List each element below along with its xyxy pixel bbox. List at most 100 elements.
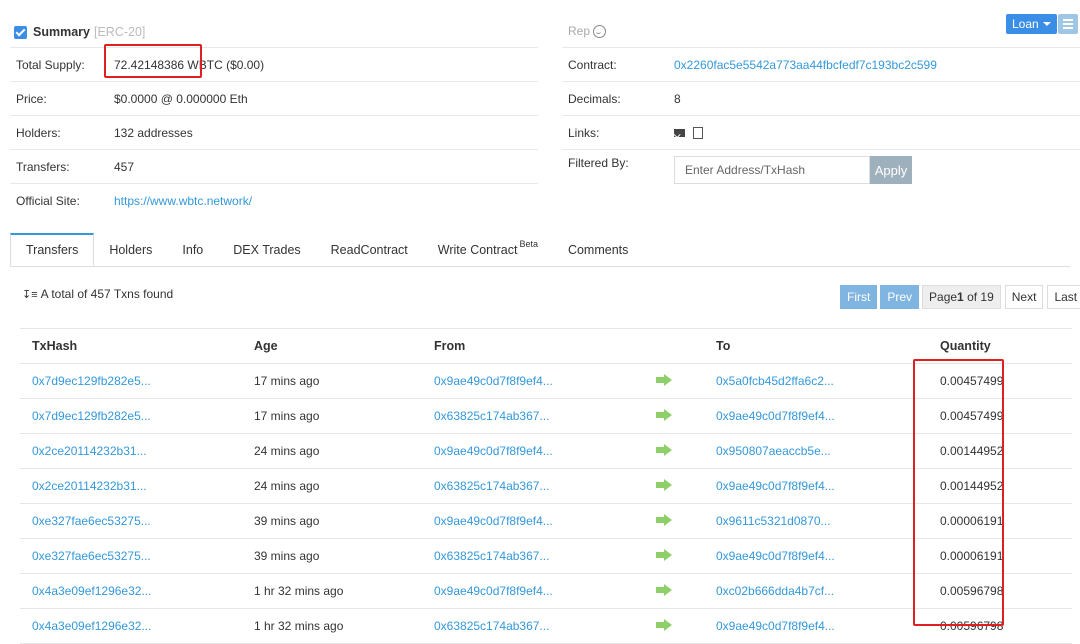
arrow-right-icon <box>656 548 672 561</box>
txhash-link[interactable]: 0x2ce20114232b31... <box>32 444 147 458</box>
tab-read-contract[interactable]: ReadContract <box>316 233 423 266</box>
pagination: First Prev Page 1 of 19 Next Last <box>840 285 1080 309</box>
summary-row-transfers: Transfers: 457 <box>10 149 538 183</box>
price-label: Price: <box>16 91 47 106</box>
to-address-link[interactable]: 0x9611c5321d0870... <box>716 514 831 528</box>
age-value: 24 mins ago <box>254 444 320 458</box>
arrow-right-icon <box>656 373 672 386</box>
txhash-link[interactable]: 0xe327fae6ec53275... <box>32 514 151 528</box>
from-address-link[interactable]: 0x63825c174ab367... <box>434 479 549 493</box>
tab-dex-trades[interactable]: DEX Trades <box>218 233 315 266</box>
txhash-link[interactable]: 0x7d9ec129fb282e5... <box>32 409 151 423</box>
age-value: 24 mins ago <box>254 479 320 493</box>
txn-count: ↧≡ A total of 457 Txns found <box>22 287 173 301</box>
document-icon[interactable] <box>693 126 703 139</box>
tab-transfers[interactable]: Transfers <box>10 233 95 266</box>
age-value: 17 mins ago <box>254 409 320 423</box>
tab-comments[interactable]: Comments <box>553 233 643 266</box>
to-address-link[interactable]: 0xc02b666dda4b7cf... <box>716 584 834 598</box>
price-value: $0.0000 @ 0.000000 Eth <box>114 91 248 106</box>
contract-address-link[interactable]: 0x2260fac5e5542a773aa44fbcfedf7c193bc2c5… <box>674 58 937 72</box>
transfers-label: Transfers: <box>16 159 70 174</box>
arrow-right-icon <box>656 583 672 596</box>
to-address-link[interactable]: 0x9ae49c0d7f8f9ef4... <box>716 549 835 563</box>
to-address-link[interactable]: 0x9ae49c0d7f8f9ef4... <box>716 409 835 423</box>
apply-button[interactable]: Apply <box>870 156 912 184</box>
summary-row-official-site: Official Site: https://www.wbtc.network/ <box>10 183 538 217</box>
txhash-link[interactable]: 0x7d9ec129fb282e5... <box>32 374 151 388</box>
filter-row: Filtered By: Enter Address/TxHash Apply <box>562 149 1080 191</box>
caret-down-icon <box>1042 22 1051 26</box>
transfers-value: 457 <box>114 159 135 174</box>
first-page-button[interactable]: First <box>840 285 878 309</box>
tab-bar: Transfers Holders Info DEX Trades ReadCo… <box>10 233 1070 267</box>
prev-page-button[interactable]: Prev <box>880 285 920 309</box>
col-to: To <box>715 328 939 364</box>
next-page-button[interactable]: Next <box>1004 285 1044 309</box>
loan-label: Loan <box>1012 17 1039 31</box>
from-address-link[interactable]: 0x9ae49c0d7f8f9ef4... <box>434 374 553 388</box>
tab-write-contract-label: Write Contract <box>437 242 518 257</box>
txhash-link[interactable]: 0x4a3e09ef1296e32... <box>32 584 151 598</box>
from-address-link[interactable]: 0x63825c174ab367... <box>434 409 549 423</box>
page-indicator: Page 1 of 19 <box>922 285 1001 309</box>
tab-write-contract[interactable]: Write Contract Beta <box>423 233 553 266</box>
col-from: From <box>433 328 655 364</box>
highlight-total-supply <box>104 44 202 78</box>
from-address-link[interactable]: 0x9ae49c0d7f8f9ef4... <box>434 444 553 458</box>
to-address-link[interactable]: 0x9ae49c0d7f8f9ef4... <box>716 479 835 493</box>
from-address-link[interactable]: 0x9ae49c0d7f8f9ef4... <box>434 584 553 598</box>
checkbox-icon <box>14 25 27 39</box>
summary-header: Summary [ERC-20] <box>14 22 145 42</box>
token-standard: [ERC-20] <box>93 25 146 39</box>
sort-icon: ↧≡ <box>22 288 38 301</box>
menu-icon <box>1063 19 1073 21</box>
age-value: 1 hr 32 mins ago <box>254 584 344 598</box>
summary-table: Total Supply: 72.42148386 WBTC ($0.00) P… <box>10 47 538 217</box>
to-address-link[interactable]: 0x5a0fcb45d2ffa6c2... <box>716 374 834 388</box>
total-supply-label: Total Supply: <box>16 57 85 72</box>
age-value: 1 hr 32 mins ago <box>254 619 344 633</box>
summary-row-holders: Holders: 132 addresses <box>10 115 538 149</box>
decimals-row: Decimals: 8 <box>562 81 1080 115</box>
from-address-link[interactable]: 0x63825c174ab367... <box>434 619 549 633</box>
filtered-by-label: Filtered By: <box>568 156 629 170</box>
loan-button[interactable]: Loan <box>1006 14 1057 34</box>
last-page-button[interactable]: Last <box>1047 285 1080 309</box>
page-suffix: of 19 <box>963 290 994 304</box>
smiley-icon <box>593 24 607 38</box>
from-address-link[interactable]: 0x63825c174ab367... <box>434 549 549 563</box>
age-value: 39 mins ago <box>254 514 320 528</box>
official-site-link[interactable]: https://www.wbtc.network/ <box>114 194 252 208</box>
txhash-link[interactable]: 0xe327fae6ec53275... <box>32 549 151 563</box>
to-address-link[interactable]: 0x950807aeaccb5e... <box>716 444 831 458</box>
to-address-link[interactable]: 0x9ae49c0d7f8f9ef4... <box>716 619 835 633</box>
col-age: Age <box>253 328 433 364</box>
age-value: 17 mins ago <box>254 374 320 388</box>
contract-row: Contract: 0x2260fac5e5542a773aa44fbcfedf… <box>562 47 1080 81</box>
summary-row-total-supply: Total Supply: 72.42148386 WBTC ($0.00) <box>10 47 538 81</box>
arrow-right-icon <box>656 513 672 526</box>
links-row: Links: <box>562 115 1080 149</box>
col-txhash: TxHash <box>20 328 253 364</box>
reputation[interactable]: Rep <box>568 24 607 38</box>
menu-button[interactable] <box>1058 14 1078 34</box>
txhash-link[interactable]: 0x2ce20114232b31... <box>32 479 147 493</box>
col-direction <box>655 328 715 364</box>
txhash-link[interactable]: 0x4a3e09ef1296e32... <box>32 619 151 633</box>
holders-label: Holders: <box>16 125 61 140</box>
age-value: 39 mins ago <box>254 549 320 563</box>
arrow-right-icon <box>656 443 672 456</box>
contract-info: Contract: 0x2260fac5e5542a773aa44fbcfedf… <box>562 47 1080 191</box>
from-address-link[interactable]: 0x9ae49c0d7f8f9ef4... <box>434 514 553 528</box>
filter-input[interactable]: Enter Address/TxHash <box>674 156 870 184</box>
beta-badge: Beta <box>519 238 538 249</box>
contract-label: Contract: <box>568 57 617 72</box>
holders-value: 132 addresses <box>114 125 193 140</box>
tab-holders[interactable]: Holders <box>94 233 167 266</box>
mail-icon[interactable] <box>674 128 685 137</box>
tab-info[interactable]: Info <box>167 233 218 266</box>
arrow-right-icon <box>656 478 672 491</box>
txn-count-text: A total of 457 Txns found <box>40 287 174 301</box>
summary-row-price: Price: $0.0000 @ 0.000000 Eth <box>10 81 538 115</box>
